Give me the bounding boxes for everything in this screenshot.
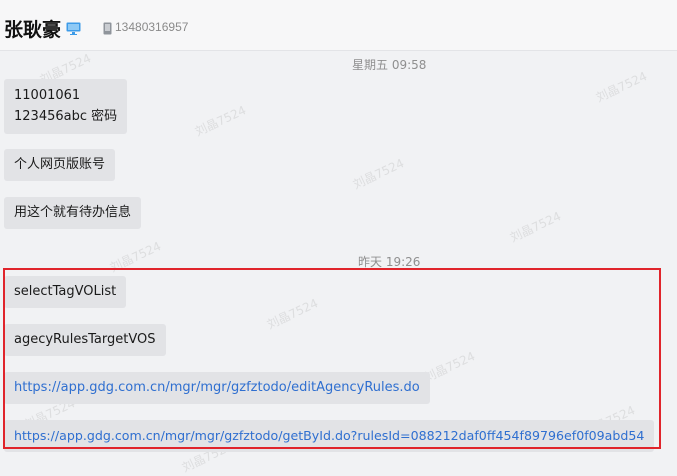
highlight-box <box>3 268 661 449</box>
message-bubble[interactable]: 个人网页版账号 <box>4 149 116 181</box>
chat-header: 张耿豪 13480316957 <box>0 0 677 51</box>
phone-icon <box>103 22 112 35</box>
watermark: 刘晶7524 <box>350 156 407 192</box>
message-bubble[interactable]: 用这个就有待办信息 <box>4 197 142 229</box>
watermark: 刘晶7524 <box>507 209 564 245</box>
timestamp: 星期五 09:58 <box>352 58 427 72</box>
message-line: 11001061 <box>14 88 81 103</box>
message-line: 123456abc 密码 <box>14 109 118 124</box>
message-bubble[interactable]: 11001061 123456abc 密码 <box>4 79 128 134</box>
monitor-icon <box>66 22 81 35</box>
contact-name[interactable]: 张耿豪 <box>4 15 61 42</box>
phone-number: 13480316957 <box>115 20 189 34</box>
watermark: 刘晶7524 <box>593 69 650 105</box>
watermark: 刘晶7524 <box>192 103 249 139</box>
